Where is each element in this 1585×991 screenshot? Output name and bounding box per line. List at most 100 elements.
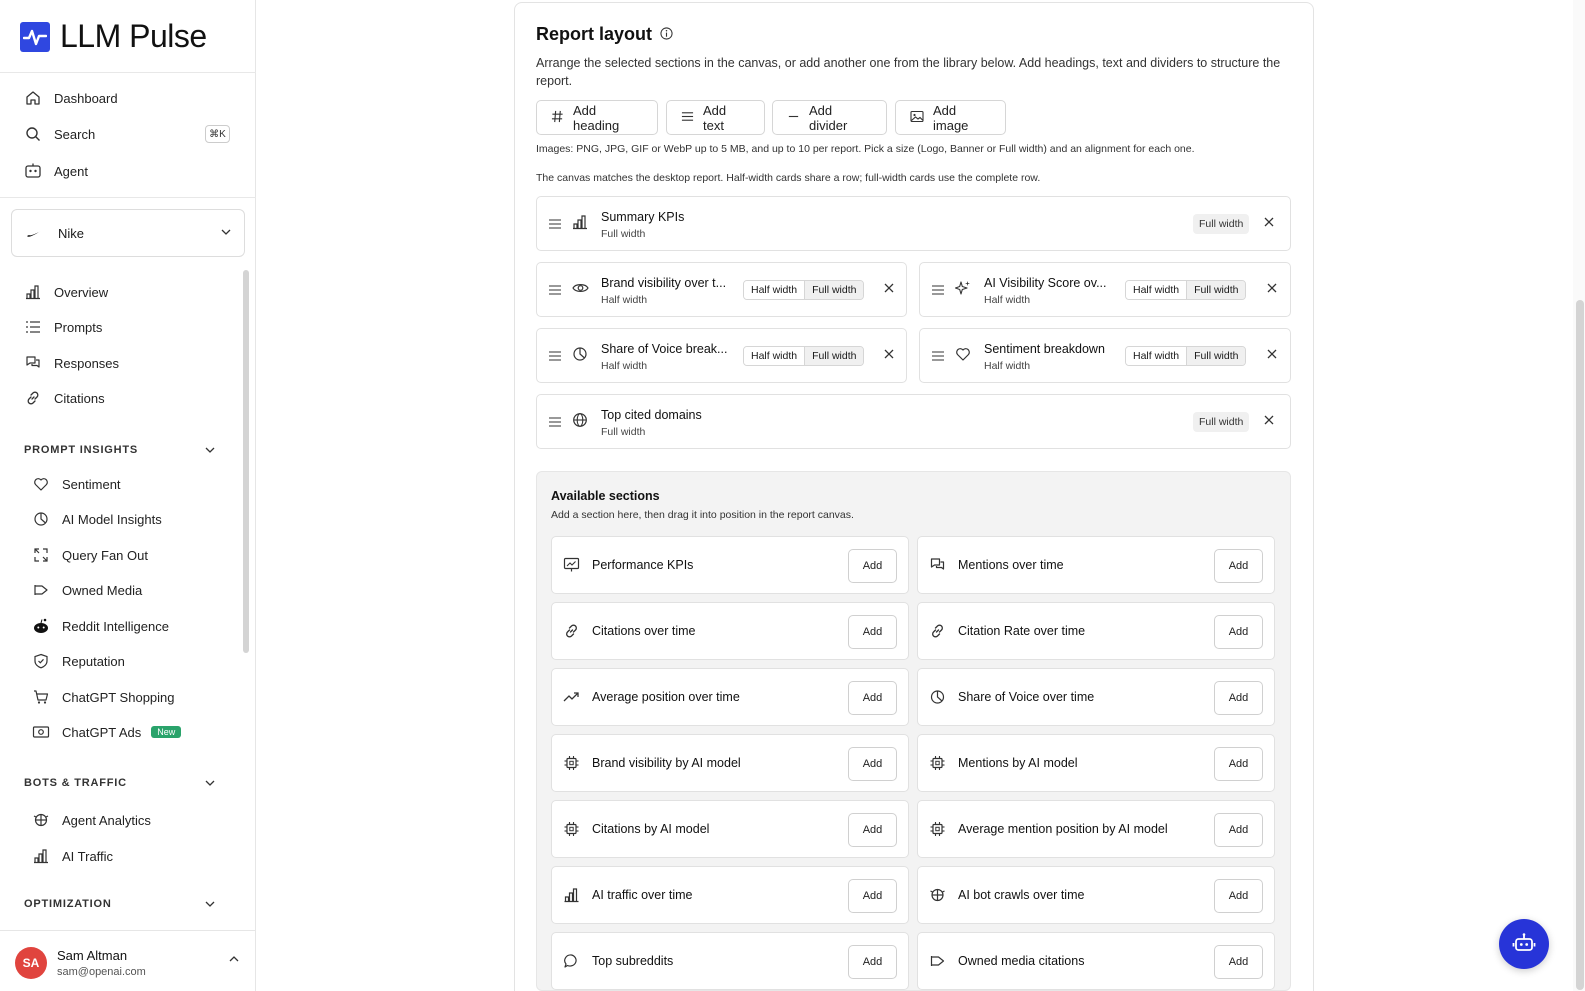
page-scrollbar-thumb[interactable] <box>1576 300 1584 990</box>
nav-citations-label: Citations <box>54 390 105 406</box>
nav-responses[interactable]: Responses <box>24 353 119 373</box>
heart-icon <box>32 475 50 493</box>
user-menu[interactable]: SA Sam Altman sam@openai.com <box>0 930 256 991</box>
assistant-chat-button[interactable] <box>1499 919 1549 969</box>
width-toggle[interactable]: Half width Full width <box>743 280 865 300</box>
width-toggle[interactable]: Half width Full width <box>743 346 865 366</box>
chevron-up-icon <box>228 953 240 968</box>
add-section-button[interactable]: Add <box>1214 813 1263 847</box>
half-width-option[interactable]: Half width <box>1126 281 1188 299</box>
full-width-option[interactable]: Full width <box>1187 347 1246 365</box>
close-icon[interactable] <box>883 348 895 363</box>
add-section-button[interactable]: Add <box>1214 747 1263 781</box>
card-width-label: Half width <box>601 294 648 306</box>
section-label: Average position over time <box>592 690 740 704</box>
nav-sentiment[interactable]: Sentiment <box>32 474 121 494</box>
add-section-button[interactable]: Add <box>848 615 897 649</box>
available-item-mentions-over-time: Mentions over time Add <box>917 536 1275 594</box>
width-toggle[interactable]: Half width Full width <box>1125 280 1247 300</box>
add-section-button[interactable]: Add <box>1214 615 1263 649</box>
nav-owned-media[interactable]: Owned Media <box>32 580 142 600</box>
brand-selector[interactable]: Nike <box>11 209 245 257</box>
drag-handle-icon[interactable] <box>549 283 561 298</box>
full-width-option[interactable]: Full width <box>805 347 864 365</box>
nav-prompts[interactable]: Prompts <box>24 317 102 337</box>
drag-handle-icon[interactable] <box>549 349 561 364</box>
nav-agent[interactable]: Agent <box>24 161 88 181</box>
app-logo[interactable]: LLM Pulse <box>20 18 207 55</box>
nav-agent-analytics[interactable]: Agent Analytics <box>32 810 151 830</box>
canvas-card-brand-visibility[interactable]: Brand visibility over t... Half width Ha… <box>536 262 907 317</box>
close-icon[interactable] <box>1263 414 1275 429</box>
add-section-button[interactable]: Add <box>1214 549 1263 583</box>
eye-icon <box>572 280 589 299</box>
canvas-card-share-of-voice[interactable]: Share of Voice break... Half width Half … <box>536 328 907 383</box>
nav-reputation-label: Reputation <box>62 653 125 669</box>
nav-query-fan-out[interactable]: Query Fan Out <box>32 545 148 565</box>
full-width-option[interactable]: Full width <box>805 281 864 299</box>
add-section-button[interactable]: Add <box>848 549 897 583</box>
nav-ai-model-insights[interactable]: AI Model Insights <box>32 509 162 529</box>
divider <box>0 72 256 73</box>
add-section-button[interactable]: Add <box>1214 879 1263 913</box>
add-section-button[interactable]: Add <box>848 747 897 781</box>
add-image-button[interactable]: Add image <box>895 100 1006 135</box>
nav-reddit-intelligence[interactable]: Reddit Intelligence <box>32 616 169 636</box>
nav-reputation[interactable]: Reputation <box>32 651 125 671</box>
nav-chatgpt-ads-label: ChatGPT Ads <box>62 724 142 740</box>
nav-citations[interactable]: Citations <box>24 388 105 408</box>
nav-overview-label: Overview <box>54 284 109 300</box>
full-width-option[interactable]: Full width <box>1187 281 1246 299</box>
section-prompt-insights[interactable]: PROMPT INSIGHTS <box>24 444 216 459</box>
add-section-button[interactable]: Add <box>1214 681 1263 715</box>
drag-handle-icon[interactable] <box>549 415 561 430</box>
canvas-card-summary-kpis[interactable]: Summary KPIs Full width Full width <box>536 196 1291 251</box>
section-label: Performance KPIs <box>592 558 694 572</box>
nav-overview[interactable]: Overview <box>24 282 108 302</box>
nav-chatgpt-ads[interactable]: ChatGPT Ads New <box>32 722 182 742</box>
chat-bubbles-icon <box>929 557 946 576</box>
section-label: Mentions over time <box>958 558 1064 572</box>
cpu-icon <box>563 821 580 840</box>
nav-chatgpt-shopping[interactable]: ChatGPT Shopping <box>32 687 175 707</box>
drag-handle-icon[interactable] <box>549 217 561 232</box>
nav-ai-traffic[interactable]: AI Traffic <box>32 846 113 866</box>
canvas-card-top-cited-domains[interactable]: Top cited domains Full width Full width <box>536 394 1291 449</box>
add-section-button[interactable]: Add <box>848 681 897 715</box>
half-width-option[interactable]: Half width <box>1126 347 1188 365</box>
canvas-card-ai-visibility-score[interactable]: AI Visibility Score ov... Half width Hal… <box>919 262 1291 317</box>
canvas-card-sentiment-breakdown[interactable]: Sentiment breakdown Half width Half widt… <box>919 328 1291 383</box>
full-width-option[interactable]: Full width <box>1193 214 1250 234</box>
half-width-option[interactable]: Half width <box>744 281 806 299</box>
close-icon[interactable] <box>1263 216 1275 231</box>
add-section-button[interactable]: Add <box>848 879 897 913</box>
list-icon <box>24 318 42 336</box>
section-bots-traffic[interactable]: BOTS & TRAFFIC <box>24 777 216 792</box>
add-section-button[interactable]: Add <box>848 945 897 979</box>
cpu-icon <box>563 755 580 774</box>
width-toggle[interactable]: Half width Full width <box>1125 346 1247 366</box>
drag-handle-icon[interactable] <box>932 349 944 364</box>
reddit-icon <box>32 617 50 635</box>
add-text-button[interactable]: Add text <box>666 100 765 135</box>
available-item-ai-bot-crawls: AI bot crawls over time Add <box>917 866 1275 924</box>
section-optimization[interactable]: OPTIMIZATION <box>24 898 216 913</box>
shield-check-icon <box>32 652 50 670</box>
link-icon <box>24 389 42 407</box>
full-width-option[interactable]: Full width <box>1193 412 1250 432</box>
info-icon[interactable] <box>660 24 673 45</box>
close-icon[interactable] <box>1266 282 1278 297</box>
close-icon[interactable] <box>883 282 895 297</box>
nav-search[interactable]: Search <box>24 124 95 144</box>
nav-dashboard[interactable]: Dashboard <box>24 88 118 108</box>
available-item-top-subreddits: Top subreddits Add <box>551 932 909 990</box>
sidebar-scrollbar[interactable] <box>243 270 249 653</box>
close-icon[interactable] <box>1266 348 1278 363</box>
pie-chart-icon <box>929 689 946 708</box>
half-width-option[interactable]: Half width <box>744 347 806 365</box>
add-heading-button[interactable]: Add heading <box>536 100 658 135</box>
add-section-button[interactable]: Add <box>1214 945 1263 979</box>
add-divider-button[interactable]: Add divider <box>772 100 887 135</box>
add-section-button[interactable]: Add <box>848 813 897 847</box>
drag-handle-icon[interactable] <box>932 283 944 298</box>
